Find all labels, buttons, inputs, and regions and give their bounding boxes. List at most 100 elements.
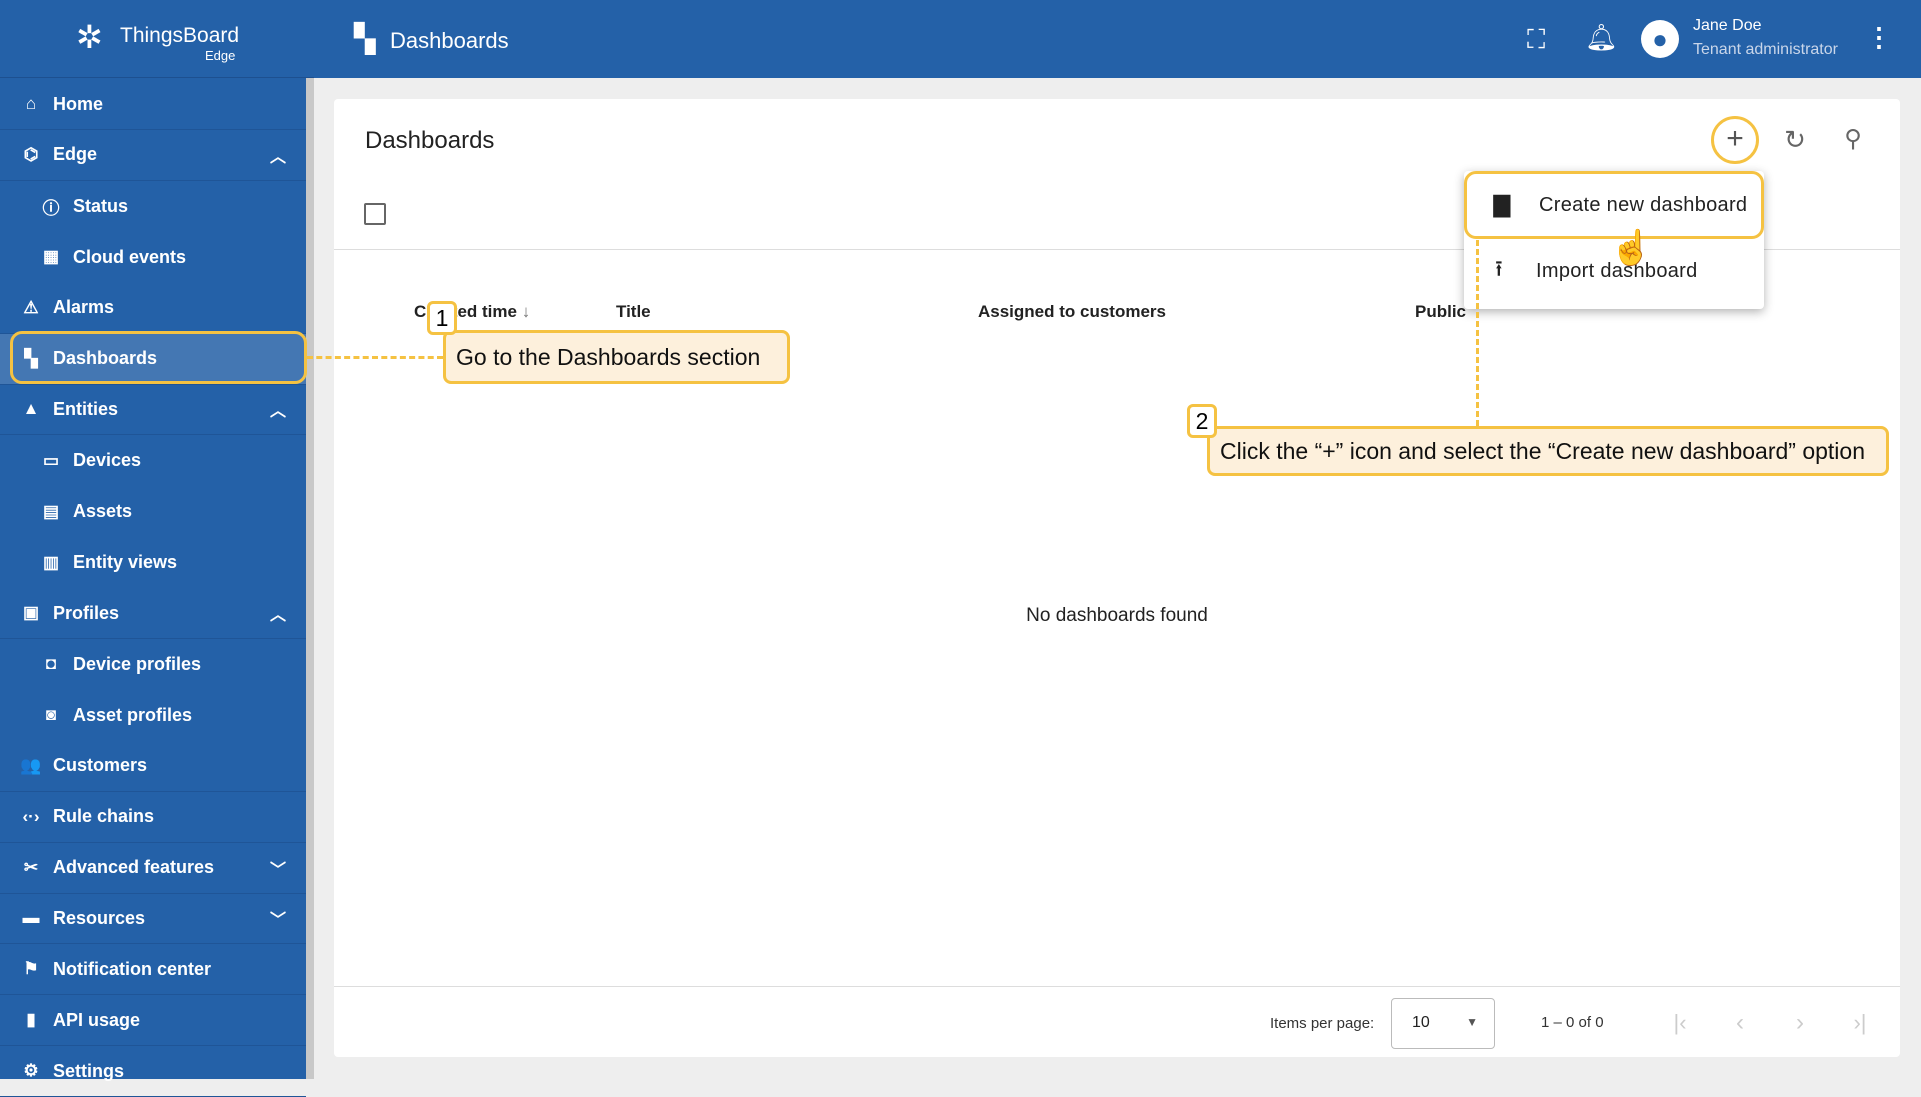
chevron-up-icon[interactable]: ︿ bbox=[270, 143, 286, 167]
sidebar-item-label: Settings bbox=[53, 1060, 125, 1081]
sidebar-item-assets[interactable]: ▤ Assets bbox=[0, 486, 306, 537]
pagination-range: 1 – 0 of 0 bbox=[1541, 1014, 1604, 1031]
file-icon: ▇ bbox=[1493, 192, 1511, 217]
top-bar: ▚ Dashboards ⛶ 🔔︎ ● Jane Doe Tenant admi… bbox=[314, 0, 1921, 78]
last-page-icon[interactable]: ›| bbox=[1853, 1010, 1866, 1036]
search-icon[interactable]: ⚲ bbox=[1844, 125, 1862, 154]
sidebar-item-resources[interactable]: ▬ Resources ﹀ bbox=[0, 893, 306, 945]
sidebar-item-label: Edge bbox=[53, 144, 98, 165]
page-title: Dashboards bbox=[390, 28, 509, 53]
avatar[interactable]: ● bbox=[1641, 20, 1679, 58]
chevron-down-icon[interactable]: ﹀ bbox=[270, 856, 286, 880]
sidebar-item-settings[interactable]: ⚙ Settings bbox=[0, 1046, 306, 1097]
logo-icon: ✲ bbox=[76, 19, 103, 55]
sidebar-item-label: Advanced features bbox=[53, 857, 215, 877]
logo[interactable]: ✲ ThingsBoard Edge bbox=[0, 0, 314, 78]
sidebar-item-entities[interactable]: ▲ Entities ︿ bbox=[0, 384, 306, 436]
sidebar-item-label: Resources bbox=[53, 907, 146, 928]
hand-cursor-icon: ☝ bbox=[1610, 229, 1653, 267]
sidebar-item-advanced-features[interactable]: ✂ Advanced features ﹀ bbox=[0, 843, 306, 894]
sidebar-item-devices[interactable]: ▭ Devices bbox=[0, 435, 306, 486]
next-page-icon[interactable]: › bbox=[1796, 1009, 1804, 1037]
sidebar-item-label: Home bbox=[53, 93, 104, 114]
callout-number-1: 1 bbox=[427, 301, 457, 335]
assets-icon: ▤ bbox=[42, 501, 60, 521]
sidebar-item-label: Asset profiles bbox=[73, 704, 193, 725]
status-icon: ⓘ bbox=[42, 198, 60, 218]
sidebar-item-alarms[interactable]: ⚠ Alarms bbox=[0, 283, 306, 334]
sidebar-item-asset-profiles[interactable]: ◙ Asset profiles bbox=[0, 690, 306, 741]
sidebar-item-api-usage[interactable]: ▮ API usage bbox=[0, 995, 306, 1047]
chevron-up-icon[interactable]: ︿ bbox=[270, 397, 286, 421]
user-role: Tenant administrator bbox=[1693, 41, 1838, 58]
bell-icon[interactable]: 🔔︎ bbox=[1585, 22, 1618, 53]
sidebar-item-label: Rule chains bbox=[53, 806, 155, 827]
callout-step-1: Go to the Dashboards section bbox=[443, 330, 790, 384]
customers-icon: 👥 bbox=[20, 755, 42, 775]
upload-icon: ⭱ bbox=[1494, 256, 1503, 281]
callout-number-2: 2 bbox=[1187, 404, 1217, 438]
sidebar-item-label: Cloud events bbox=[73, 246, 187, 267]
sidebar-item-label: Alarms bbox=[53, 297, 115, 318]
entity-views-icon: ▥ bbox=[42, 552, 60, 572]
sidebar-item-label: API usage bbox=[53, 1009, 141, 1030]
sidebar-highlight bbox=[10, 331, 307, 384]
chevron-up-icon[interactable]: ︿ bbox=[270, 601, 286, 625]
dropdown-arrow-icon: ▼ bbox=[1466, 1015, 1478, 1029]
sidebar-item-home[interactable]: ⌂ Home bbox=[0, 79, 306, 130]
resources-icon: ▬ bbox=[22, 908, 40, 928]
profiles-icon: ▣ bbox=[22, 603, 40, 622]
sidebar-item-label: Entities bbox=[53, 398, 119, 419]
sidebar-scrollbar[interactable] bbox=[306, 78, 314, 1079]
sidebar-item-label: Device profiles bbox=[73, 653, 202, 674]
sidebar-item-entity-views[interactable]: ▥ Entity views bbox=[0, 537, 306, 588]
home-icon: ⌂ bbox=[25, 94, 37, 113]
sidebar-item-notification-center[interactable]: ⚑ Notification center bbox=[0, 944, 306, 996]
chevron-down-icon[interactable]: ﹀ bbox=[270, 906, 286, 930]
dashboards-icon: ▚ bbox=[354, 23, 376, 54]
card-title: Dashboards bbox=[365, 127, 495, 154]
sort-arrow-icon: ↓ bbox=[521, 302, 531, 321]
sidebar-item-edge[interactable]: ⌬ Edge ︿ bbox=[0, 130, 306, 181]
sidebar-item-profiles[interactable]: ▣ Profiles ︿ bbox=[0, 588, 306, 639]
first-page-icon[interactable]: |‹ bbox=[1673, 1010, 1686, 1036]
device-profiles-icon: ◘ bbox=[45, 654, 57, 674]
advanced-features-icon: ✂ bbox=[23, 857, 39, 877]
select-all-checkbox[interactable] bbox=[364, 203, 386, 225]
sidebar: ✲ ThingsBoard Edge ⌂ Home ⌬ Edge ︿ ⓘ Status ▦ Cl… bbox=[0, 0, 314, 1097]
sidebar-item-label: Entity views bbox=[73, 552, 178, 573]
previous-page-icon[interactable]: ‹ bbox=[1736, 1009, 1744, 1037]
entities-icon: ▲ bbox=[22, 399, 40, 419]
items-per-page-label: Items per page: bbox=[1270, 1015, 1375, 1032]
devices-icon: ▭ bbox=[42, 450, 60, 470]
sidebar-item-cloud-events[interactable]: ▦ Cloud events bbox=[0, 232, 306, 283]
api-usage-icon: ▮ bbox=[26, 1010, 36, 1030]
logo-subtitle: Edge bbox=[205, 48, 236, 63]
notification-center-icon: ⚑ bbox=[23, 959, 39, 979]
settings-icon: ⚙ bbox=[23, 1061, 39, 1081]
column-title[interactable]: Title bbox=[616, 302, 651, 322]
sidebar-item-label: Customers bbox=[53, 755, 148, 776]
empty-state-text: No dashboards found bbox=[1026, 605, 1208, 626]
callout-connector bbox=[307, 356, 443, 359]
sidebar-item-rule-chains[interactable]: ‹·› Rule chains bbox=[0, 792, 306, 843]
callout-step-2: Click the “+” icon and select the “Creat… bbox=[1207, 426, 1889, 476]
fullscreen-icon[interactable]: ⛶ bbox=[1527, 24, 1545, 56]
callout-connector bbox=[1476, 240, 1479, 426]
user-name: Jane Doe bbox=[1693, 17, 1762, 34]
divider bbox=[334, 986, 1900, 987]
sidebar-item-device-profiles[interactable]: ◘ Device profiles bbox=[0, 639, 306, 690]
items-per-page-select[interactable]: 10 ▼ bbox=[1391, 998, 1495, 1049]
add-dashboard-button[interactable]: + bbox=[1711, 116, 1759, 164]
sidebar-item-label: Profiles bbox=[53, 602, 120, 623]
alarms-icon: ⚠ bbox=[23, 297, 39, 317]
sidebar-item-label: Status bbox=[73, 195, 129, 216]
sidebar-item-status[interactable]: ⓘ Status bbox=[0, 181, 306, 232]
refresh-icon[interactable]: ↻ bbox=[1784, 125, 1806, 156]
logo-text: ThingsBoard bbox=[120, 24, 240, 47]
cloud-events-icon: ▦ bbox=[42, 247, 60, 267]
sidebar-item-customers[interactable]: 👥 Customers bbox=[0, 741, 306, 792]
more-vert-icon[interactable]: ⋮ bbox=[1866, 22, 1892, 53]
sidebar-item-label: Notification center bbox=[53, 958, 212, 979]
asset-profiles-icon: ◙ bbox=[45, 705, 57, 725]
